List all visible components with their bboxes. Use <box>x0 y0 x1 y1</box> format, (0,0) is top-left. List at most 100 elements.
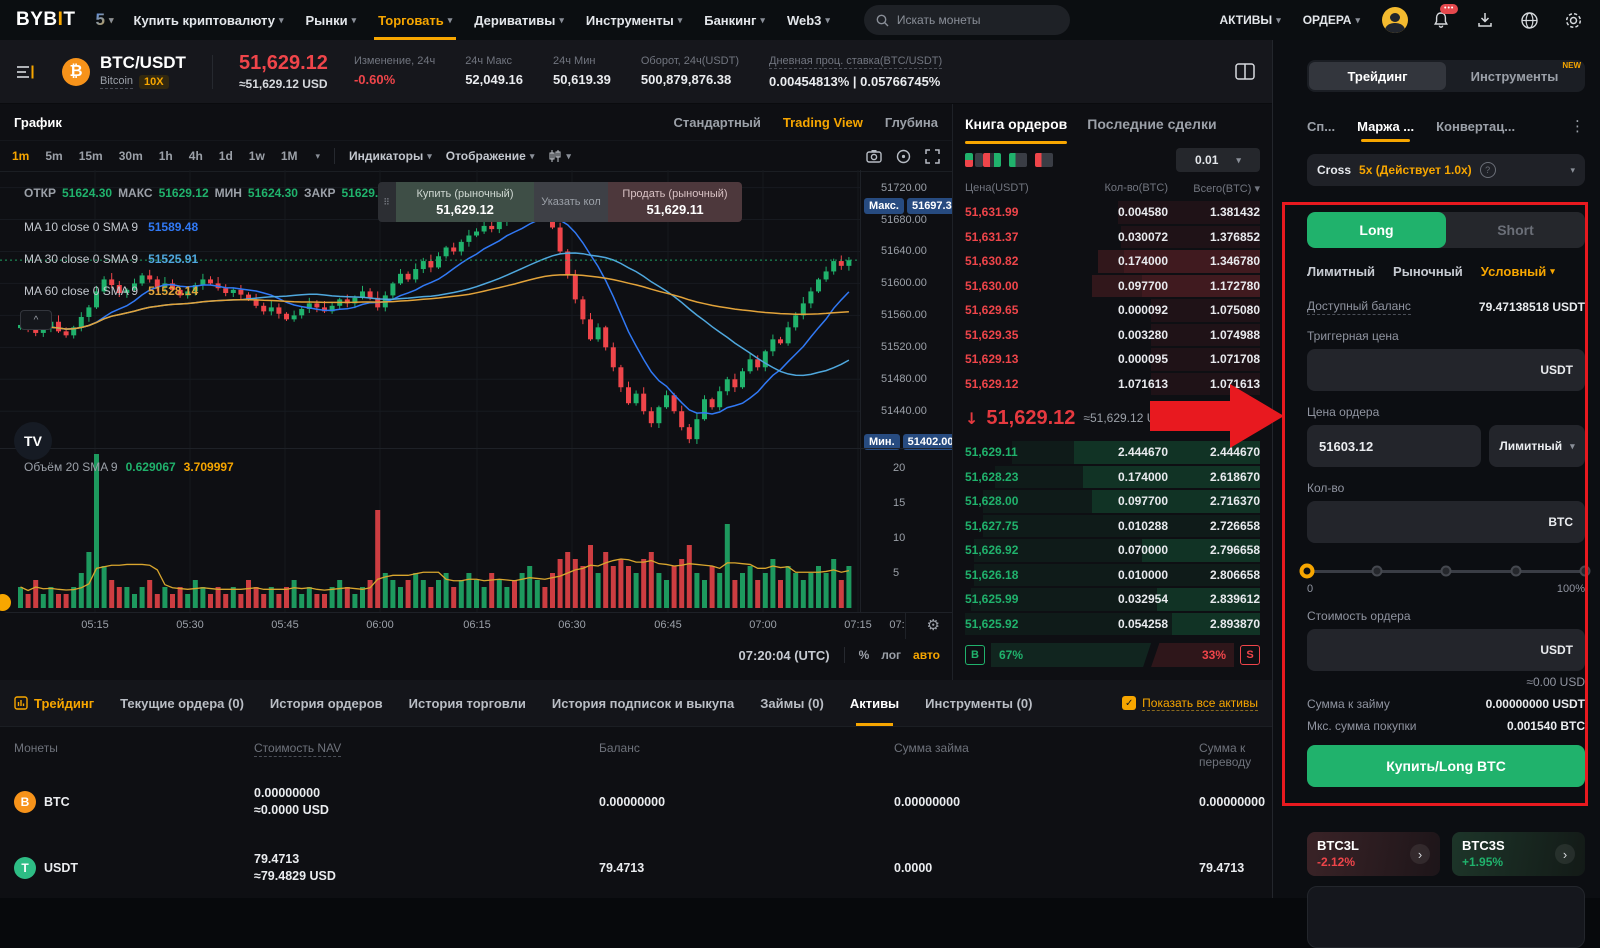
quantity-slider[interactable] <box>1307 563 1585 579</box>
ask-row[interactable]: 51,629.350.0032801.074988 <box>965 323 1260 348</box>
timeframe-1h[interactable]: 1h <box>159 149 173 163</box>
buy-long-button[interactable]: Купить/Long BTC <box>1307 745 1585 787</box>
timeframe-15m[interactable]: 15m <box>79 149 103 163</box>
timeframe-1M[interactable]: 1M <box>281 149 298 163</box>
scale-option-%[interactable]: % <box>859 648 870 662</box>
order-type-Условный[interactable]: Условный▾ <box>1481 264 1555 279</box>
market-menu-icon[interactable] <box>16 64 36 80</box>
pair-info[interactable]: ₿ BTC/USDT Bitcoin 10X <box>62 54 186 89</box>
nav-item-Рынки[interactable]: Рынки▾ <box>305 0 356 40</box>
nav-item-Купить криптовалюту[interactable]: Купить криптовалюту▾ <box>134 0 284 40</box>
nav-item-Банкинг[interactable]: Банкинг▾ <box>704 0 765 40</box>
slider-stop-100[interactable] <box>1580 566 1591 577</box>
order-type-Лимитный[interactable]: Лимитный <box>1307 264 1375 279</box>
timeframe-more-icon[interactable]: ▾ <box>315 151 320 162</box>
trigger-price-input[interactable]: USDT <box>1307 349 1585 391</box>
ask-row[interactable]: 51,629.130.0000951.071708 <box>965 347 1260 372</box>
token-card-BTC3L[interactable]: BTC3L-2.12%› <box>1307 832 1440 876</box>
orderbook-tab[interactable]: Последние сделки <box>1087 104 1216 144</box>
order-type-Рыночный[interactable]: Рыночный <box>1393 264 1463 279</box>
bottom-tab-История ордеров[interactable]: История ордеров <box>270 680 383 726</box>
show-all-assets-checkbox[interactable]: ✓Показать все активы <box>1122 696 1258 711</box>
long-toggle[interactable]: Long <box>1307 212 1446 248</box>
settings-gear-icon[interactable] <box>1562 9 1584 31</box>
scale-option-авто[interactable]: авто <box>913 648 940 662</box>
bottom-tab-Займы (0)[interactable]: Займы (0) <box>760 680 824 726</box>
nav-item-Инструменты[interactable]: Инструменты▾ <box>586 0 682 40</box>
time-axis[interactable]: ⚙ 05:1505:3005:4506:0006:1506:3006:4507:… <box>0 612 952 639</box>
bid-row[interactable]: 51,628.230.1740002.618670 <box>965 465 1260 490</box>
indicators-dropdown[interactable]: Индикаторы▾ <box>349 149 432 163</box>
bottom-tab-Активы[interactable]: Активы <box>850 680 899 726</box>
candle-style-dropdown[interactable]: ▾ <box>548 149 571 163</box>
fullscreen-icon[interactable] <box>925 149 940 164</box>
ob-view-both-icon[interactable] <box>965 153 973 167</box>
search-input[interactable]: Искать монеты <box>864 5 1070 35</box>
panel-tab-Инструменты[interactable]: ИнструментыNEW <box>1446 62 1583 90</box>
axis-settings-gear-icon[interactable]: ⚙ <box>927 616 940 634</box>
timeframe-5m[interactable]: 5m <box>45 149 62 163</box>
buy-market-button[interactable]: Купить (рыночный)51,629.12 <box>396 182 534 222</box>
timeframe-1m[interactable]: 1m <box>12 149 29 163</box>
bid-row[interactable]: 51,625.920.0542582.893870 <box>965 612 1260 637</box>
bottom-tab-Трейдинг[interactable]: Трейдинг <box>14 680 94 726</box>
panel-tab-Трейдинг[interactable]: Трейдинг <box>1309 62 1446 90</box>
ask-row[interactable]: 51,629.121.0716131.071613 <box>965 372 1260 397</box>
bottom-tab-Инструменты (0)[interactable]: Инструменты (0) <box>925 680 1032 726</box>
timeframe-30m[interactable]: 30m <box>119 149 143 163</box>
market-tab[interactable]: Маржа ... <box>1357 119 1414 134</box>
mid-price-row[interactable]: ↓ 51,629.12 ≈51,629.12 USD <box>965 396 1260 440</box>
chart-view-tab-Стандартный[interactable]: Стандартный <box>673 115 760 130</box>
bottom-tab-История торговли[interactable]: История торговли <box>409 680 526 726</box>
camera-icon[interactable] <box>866 149 882 163</box>
bid-row[interactable]: 51,627.750.0102882.726658 <box>965 514 1260 539</box>
orderbook-tab[interactable]: Книга ордеров <box>965 104 1067 144</box>
quantity-input[interactable]: BTC <box>1307 501 1585 543</box>
download-icon[interactable] <box>1474 9 1496 31</box>
pane-separator[interactable] <box>0 448 952 449</box>
price-axis[interactable]: 51720.0051680.0051640.0051600.0051560.00… <box>860 170 953 612</box>
slider-stop-25[interactable] <box>1371 566 1382 577</box>
avatar[interactable] <box>1382 7 1408 33</box>
chart-view-tab-Глубина[interactable]: Глубина <box>885 115 938 130</box>
nav-item-Торговать[interactable]: Торговать▾ <box>378 0 452 40</box>
timeframe-1w[interactable]: 1w <box>249 149 265 163</box>
bid-row[interactable]: 51,626.920.0700002.796658 <box>965 538 1260 563</box>
market-tab[interactable]: Сп... <box>1307 119 1335 134</box>
tradingview-logo[interactable]: TV <box>14 422 52 460</box>
bottom-tab-История подписок и выкупа[interactable]: История подписок и выкупа <box>552 680 734 726</box>
slider-stop-0[interactable] <box>1300 564 1315 579</box>
chart-view-tab-Trading View[interactable]: Trading View <box>783 115 863 130</box>
kebab-menu-icon[interactable]: ⋮ <box>1570 117 1585 135</box>
orderbook-header[interactable]: Всего(BTC) ▾ <box>1168 182 1260 195</box>
target-icon[interactable] <box>896 149 911 164</box>
bid-row[interactable]: 51,628.000.0977002.716370 <box>965 489 1260 514</box>
price-type-select[interactable]: Лимитный▾ <box>1489 425 1585 467</box>
token-card-BTC3S[interactable]: BTC3S+1.95%› <box>1452 832 1585 876</box>
globe-language-icon[interactable] <box>1518 9 1540 31</box>
bid-row[interactable]: 51,626.180.0100002.806658 <box>965 563 1260 588</box>
nav-item-Web3[interactable]: Web3▾ <box>787 0 830 40</box>
collapse-toolbar-button[interactable]: ^ <box>20 310 52 330</box>
ask-row[interactable]: 51,631.990.0045801.381432 <box>965 200 1260 225</box>
ob-view-bids-icon[interactable] <box>1009 153 1027 167</box>
ob-view-columns-icon[interactable] <box>983 153 1001 167</box>
market-tab[interactable]: Конвертац... <box>1436 119 1515 134</box>
quantity-hint-input[interactable]: Указать кол <box>534 182 608 222</box>
display-dropdown[interactable]: Отображение▾ <box>446 149 535 163</box>
order-cost-input[interactable]: USDT <box>1307 629 1585 671</box>
help-icon[interactable]: ? <box>1480 162 1496 178</box>
layout-toggle-icon[interactable] <box>1234 61 1256 83</box>
bid-row[interactable]: 51,625.990.0329542.839612 <box>965 587 1260 612</box>
margin-mode-select[interactable]: Cross 5x (Действует 1.0x) ? ▾ <box>1307 154 1585 186</box>
chart-canvas[interactable]: 51720.0051680.0051640.0051600.0051560.00… <box>0 170 952 680</box>
nav-orders[interactable]: ОРДЕРА▾ <box>1303 13 1360 27</box>
bottom-tab-Текущие ордера (0)[interactable]: Текущие ордера (0) <box>120 680 244 726</box>
nav-assets[interactable]: АКТИВЫ▾ <box>1220 13 1281 27</box>
ask-row[interactable]: 51,629.650.0000921.075080 <box>965 298 1260 323</box>
ask-row[interactable]: 51,631.370.0300721.376852 <box>965 225 1260 250</box>
short-toggle[interactable]: Short <box>1446 212 1585 248</box>
order-price-input[interactable]: 51603.12 <box>1307 425 1481 467</box>
ask-row[interactable]: 51,630.000.0977001.172780 <box>965 274 1260 299</box>
anniversary-icon[interactable]: 5▾ <box>96 10 114 30</box>
